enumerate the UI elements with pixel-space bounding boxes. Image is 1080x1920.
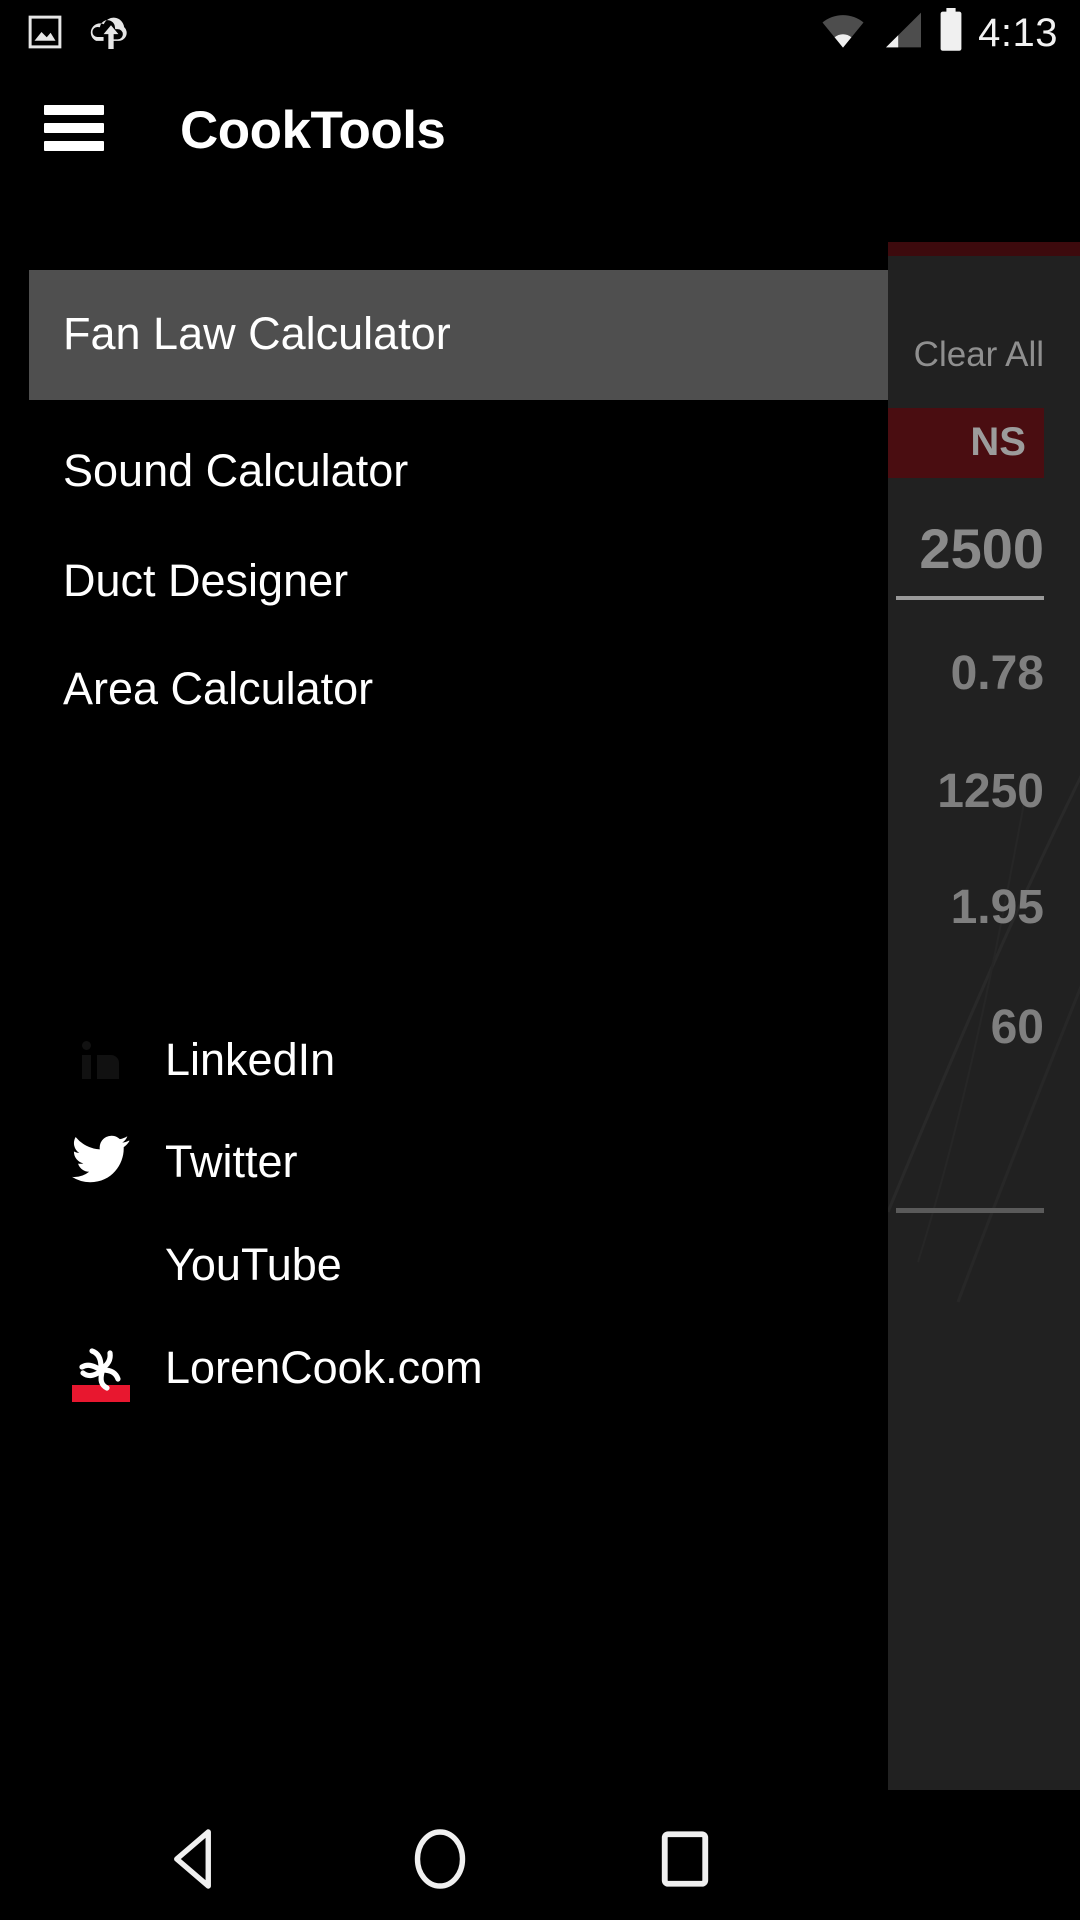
drawer-item-label: Sound Calculator: [63, 445, 409, 496]
drawer-item-label: Area Calculator: [63, 663, 374, 714]
drawer-item-fan-law-calculator[interactable]: Fan Law Calculator: [29, 270, 888, 400]
clear-all-button[interactable]: Clear All: [914, 335, 1044, 375]
cellular-signal-icon: [880, 10, 924, 55]
battery-icon: [938, 8, 964, 57]
drawer-item-label: Duct Designer: [63, 555, 349, 606]
social-link-twitter[interactable]: Twitter: [0, 1110, 888, 1214]
panel-divider: [896, 1208, 1044, 1213]
result-value-4: 1.95: [950, 881, 1044, 934]
status-bar-notification-icons: [24, 11, 134, 58]
twitter-icon: [72, 1134, 130, 1190]
home-button[interactable]: [395, 1814, 485, 1904]
navigation-drawer: Fan Law Calculator Sound Calculator Duct…: [0, 190, 888, 1790]
social-link-lorencook[interactable]: LorenCook.com: [0, 1316, 888, 1420]
hamburger-bar: [44, 141, 104, 151]
solutions-tab-label: NS: [970, 420, 1026, 464]
background-watermark: [888, 774, 1080, 1303]
system-navigation-bar: [0, 1790, 1080, 1920]
status-bar: 4:13: [0, 0, 1080, 62]
hamburger-bar: [44, 105, 104, 115]
recents-button[interactable]: [640, 1814, 730, 1904]
wifi-icon: [820, 10, 866, 55]
loren-cook-logo-icon: [72, 1340, 130, 1402]
app-title: CookTools: [180, 101, 446, 160]
drawer-item-label: Fan Law Calculator: [63, 308, 451, 359]
social-link-youtube[interactable]: YouTube: [0, 1213, 888, 1317]
youtube-icon: [72, 1237, 128, 1293]
solutions-tab[interactable]: NS: [888, 408, 1044, 478]
result-value-3: 1250: [937, 765, 1044, 818]
linkedin-icon: [72, 1032, 128, 1088]
result-underline: [896, 596, 1044, 600]
social-link-label: YouTube: [165, 1239, 342, 1290]
background-content-panel: Clear All NS 2500 0.78 1250 1.95 60: [888, 242, 1080, 1790]
panel-accent-strip: [888, 242, 1080, 256]
social-link-label: Twitter: [165, 1136, 298, 1187]
app-bar: CookTools: [0, 62, 1080, 192]
social-link-linkedin[interactable]: LinkedIn: [0, 1008, 888, 1112]
phone-screen: 4:13 CookTools Clear All NS 2500 0.78 12…: [0, 0, 1080, 1920]
result-value-2: 0.78: [950, 647, 1044, 700]
hamburger-bar: [44, 123, 104, 133]
hamburger-menu-icon[interactable]: [44, 105, 104, 151]
status-bar-clock: 4:13: [978, 10, 1058, 55]
cloud-upload-icon: [88, 11, 134, 58]
result-value-1: 2500: [919, 517, 1044, 580]
social-link-label: LinkedIn: [165, 1034, 336, 1085]
status-bar-system-icons: 4:13: [820, 8, 1058, 57]
result-value-5: 60: [990, 1001, 1044, 1054]
screenshot-icon: [24, 11, 66, 58]
drawer-item-area-calculator[interactable]: Area Calculator: [0, 623, 888, 753]
social-link-label: LorenCook.com: [165, 1342, 483, 1393]
back-button[interactable]: [152, 1814, 242, 1904]
